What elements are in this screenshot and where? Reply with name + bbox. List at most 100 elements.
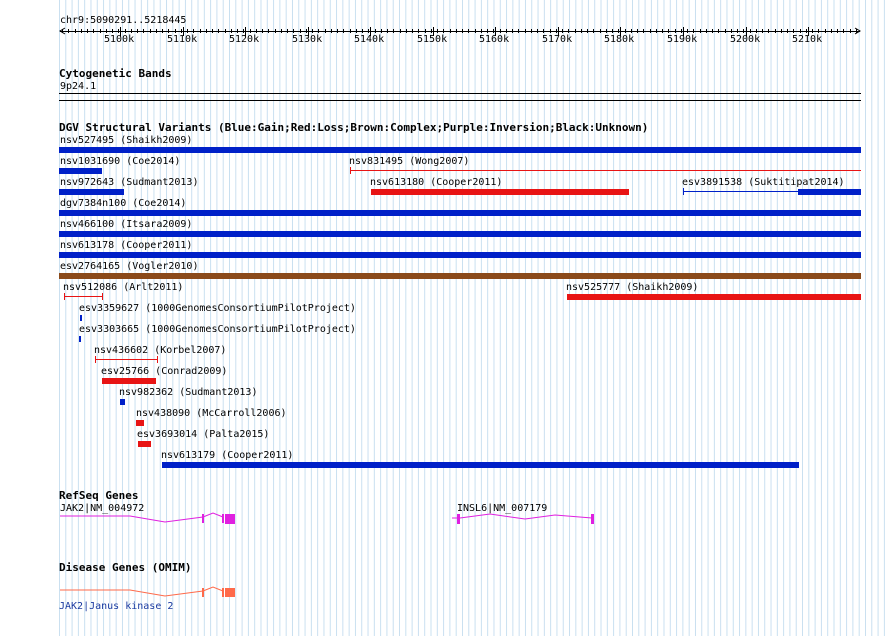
ruler-minor-tick (575, 29, 576, 33)
ruler-minor-tick (356, 29, 357, 33)
gene-label[interactable]: JAK2|NM_004972 (60, 503, 144, 514)
variant-label[interactable]: nsv438090 (McCarroll2006) (136, 408, 287, 419)
variant-label[interactable]: esv2764165 (Vogler2010) (60, 261, 198, 272)
ruler-minor-tick (325, 29, 326, 33)
variant-line-loss[interactable] (350, 170, 861, 171)
variant-bar-gain[interactable] (59, 168, 102, 174)
jak2-exon (225, 514, 235, 524)
variant-bar-loss[interactable] (138, 441, 151, 447)
ruler-minor-tick (662, 29, 663, 33)
ruler-minor-tick (587, 29, 588, 33)
ruler-tick-label: 5110k (167, 34, 198, 45)
omim-intron-line (202, 586, 224, 592)
ruler-tick-label: 5170k (542, 34, 573, 45)
ruler-minor-tick (418, 29, 419, 33)
ruler-minor-tick (425, 29, 426, 33)
variant-bar-gain[interactable] (120, 399, 125, 405)
variant-label[interactable]: esv3359627 (1000GenomesConsortiumPilotPr… (79, 303, 356, 314)
ruler-minor-tick (318, 29, 319, 33)
variant-label[interactable]: nsv613180 (Cooper2011) (370, 177, 502, 188)
ruler-minor-tick (362, 29, 363, 33)
ruler-minor-tick (550, 29, 551, 33)
ruler-minor-tick (75, 29, 76, 33)
ruler-minor-tick (831, 29, 832, 33)
ruler-minor-tick (131, 29, 132, 33)
variant-label[interactable]: nsv525777 (Shaikh2009) (566, 282, 698, 293)
ruler-minor-tick (87, 29, 88, 33)
variant-end-tick (157, 356, 158, 363)
variant-label[interactable]: nsv527495 (Shaikh2009) (60, 135, 192, 146)
variant-bar-gain[interactable] (59, 252, 861, 258)
ruler-minor-tick (237, 29, 238, 33)
variant-label[interactable]: esv3693014 (Palta2015) (137, 429, 269, 440)
omim-exon (225, 588, 235, 597)
variant-label[interactable]: nsv982362 (Sudmant2013) (119, 387, 257, 398)
ruler-minor-tick (100, 29, 101, 33)
ruler-minor-tick (618, 29, 619, 33)
cyto-track-title: Cytogenetic Bands (59, 67, 172, 80)
variant-label[interactable]: nsv613179 (Cooper2011) (161, 450, 293, 461)
ruler-minor-tick (381, 29, 382, 33)
ruler-tick-label: 5160k (479, 34, 510, 45)
ruler-minor-tick (162, 29, 163, 33)
ruler-minor-tick (593, 29, 594, 33)
variant-line-loss[interactable] (95, 359, 158, 360)
tracks-overlay (59, 27, 861, 597)
variant-bar-complex[interactable] (59, 273, 861, 279)
ruler-minor-tick (581, 29, 582, 33)
ruler-minor-tick (375, 29, 376, 33)
variant-label[interactable]: nsv512086 (Arlt2011) (63, 282, 183, 293)
ruler-minor-tick (193, 29, 194, 33)
variant-label[interactable]: esv3891538 (Suktitipat2014) (682, 177, 845, 188)
variant-line-gain[interactable] (683, 191, 798, 192)
ruler-minor-tick (762, 29, 763, 33)
ruler-minor-tick (225, 29, 226, 33)
ruler-minor-tick (812, 29, 813, 33)
variant-line-loss[interactable] (64, 296, 103, 297)
ruler-minor-tick (200, 29, 201, 33)
ruler-minor-tick (268, 29, 269, 33)
variant-bar-loss[interactable] (567, 294, 861, 300)
ruler-tick-label: 5100k (104, 34, 135, 45)
variant-bar-gain[interactable] (59, 231, 861, 237)
variant-label[interactable]: nsv436602 (Korbel2007) (94, 345, 226, 356)
variant-bar-gain[interactable] (79, 336, 81, 342)
ruler-minor-tick (856, 29, 857, 33)
ruler-minor-tick (793, 29, 794, 33)
variant-label[interactable]: nsv613178 (Cooper2011) (60, 240, 192, 251)
variant-label[interactable]: nsv466100 (Itsara2009) (60, 219, 192, 230)
ruler-minor-tick (431, 29, 432, 33)
variant-label[interactable]: esv3303665 (1000GenomesConsortiumPilotPr… (79, 324, 356, 335)
gene-label[interactable]: INSL6|NM_007179 (457, 503, 547, 514)
variant-end-tick (95, 356, 96, 363)
variant-end-tick (350, 167, 351, 174)
variant-bar-gain[interactable] (59, 210, 861, 216)
variant-bar-gain[interactable] (162, 462, 799, 468)
insl6-exon (457, 514, 460, 524)
variant-bar-gain[interactable] (59, 189, 124, 195)
variant-label[interactable]: dgv7384n100 (Coe2014) (60, 198, 186, 209)
variant-label[interactable]: nsv972643 (Sudmant2013) (60, 177, 198, 188)
refseq-track-title: RefSeq Genes (59, 489, 139, 502)
ruler-minor-tick (450, 29, 451, 33)
ruler-minor-tick (718, 29, 719, 33)
variant-bar-gain[interactable] (59, 147, 861, 153)
ruler-minor-tick (637, 29, 638, 33)
variant-bar-loss[interactable] (102, 378, 156, 384)
variant-bar-loss[interactable] (136, 420, 144, 426)
variant-label[interactable]: esv25766 (Conrad2009) (101, 366, 227, 377)
variant-label[interactable]: nsv1031690 (Coe2014) (60, 156, 180, 167)
variant-bar-gain[interactable] (798, 189, 861, 195)
ruler-minor-tick (243, 29, 244, 33)
ruler-minor-tick (756, 29, 757, 33)
ruler-minor-tick (343, 29, 344, 33)
ruler-minor-tick (543, 29, 544, 33)
insl6-exon (591, 514, 594, 524)
variant-label[interactable]: nsv831495 (Wong2007) (349, 156, 469, 167)
variant-end-tick (64, 293, 65, 300)
variant-bar-gain[interactable] (80, 315, 82, 321)
ruler-tick-label: 5190k (667, 34, 698, 45)
ruler-minor-tick (68, 29, 69, 33)
variant-bar-loss[interactable] (371, 189, 629, 195)
omim-gene-label[interactable]: JAK2|Janus kinase 2 (59, 601, 173, 612)
